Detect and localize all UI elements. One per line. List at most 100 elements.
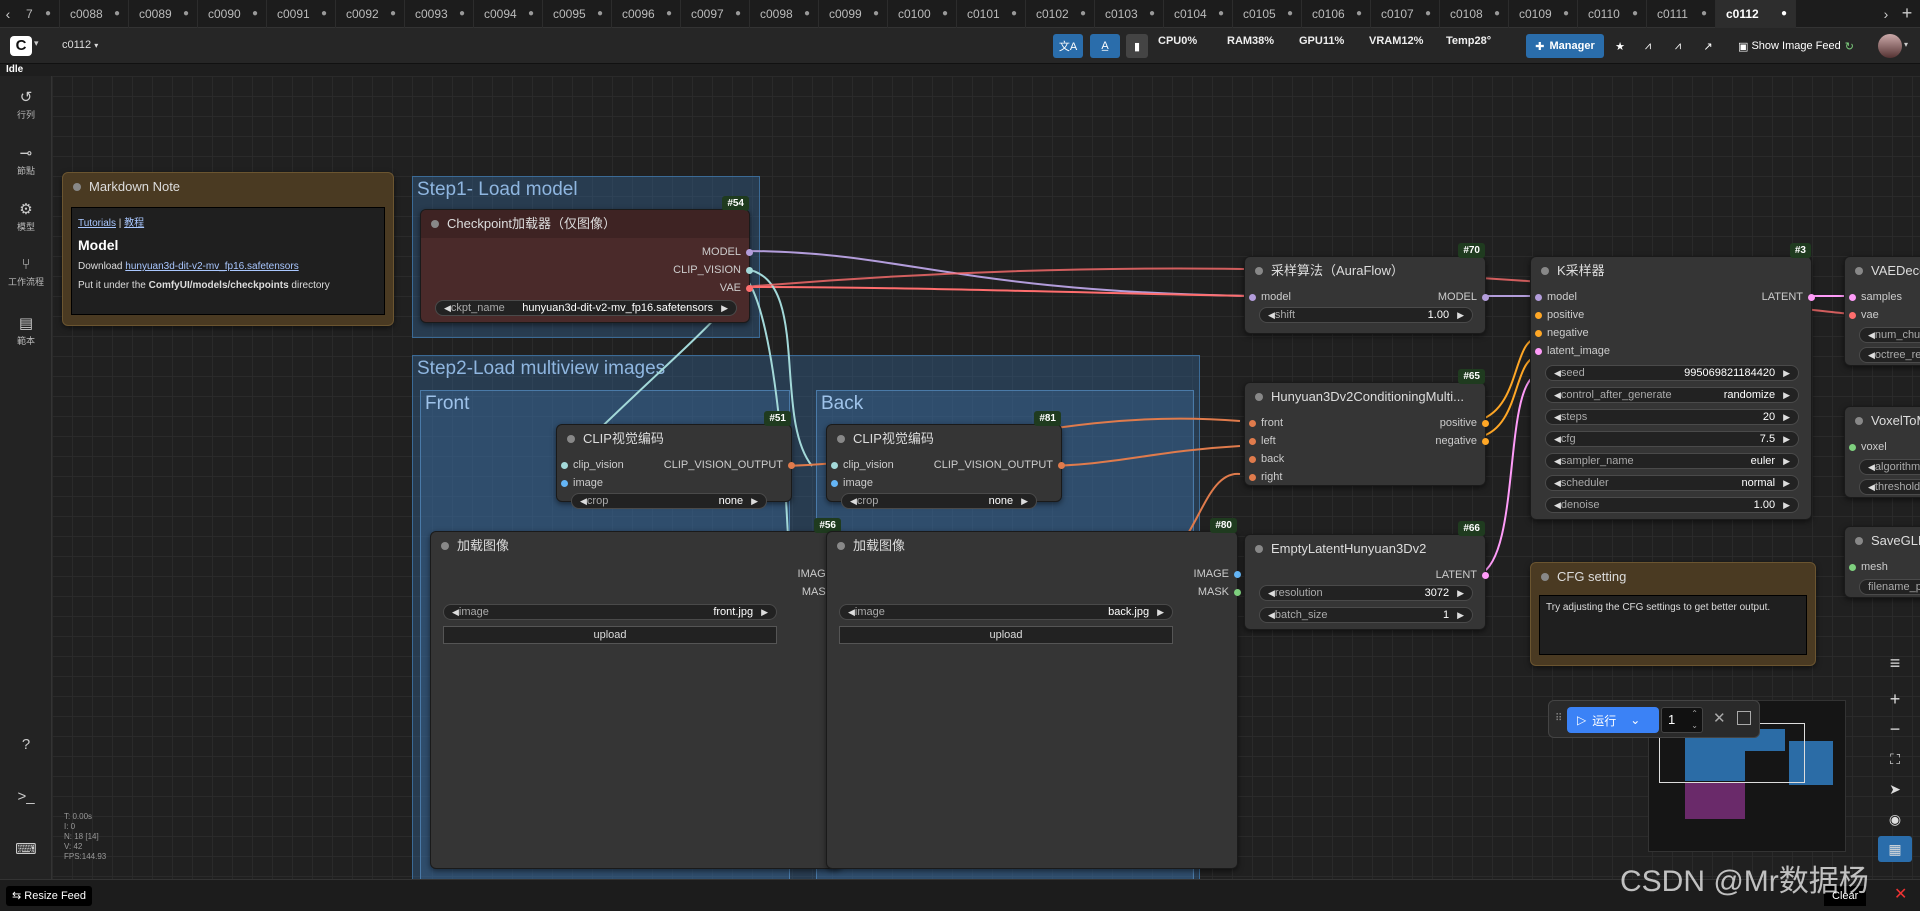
- model-download-icon[interactable]: ⩘: [1636, 34, 1660, 58]
- arrow-left-icon[interactable]: ◀: [580, 496, 587, 507]
- graph-canvas[interactable]: Step1- Load model Step2-Load multiview i…: [52, 76, 1920, 879]
- widget-batch-size[interactable]: ◀ batch_size 1 ▶: [1259, 607, 1473, 623]
- output-latent[interactable]: LATENT: [1762, 290, 1815, 304]
- sidebar-item-workflows[interactable]: ⑂ 工作流程: [0, 256, 52, 288]
- tab-c0100[interactable]: c0100 ●: [888, 0, 957, 28]
- tab-close-icon[interactable]: ●: [1701, 8, 1707, 19]
- input-positive[interactable]: positive: [1535, 308, 1584, 322]
- input-latent-image[interactable]: latent_image: [1535, 344, 1610, 358]
- zoom-in-icon[interactable]: +: [1878, 686, 1912, 712]
- cancel-icon[interactable]: ✕: [1713, 709, 1726, 727]
- logo-menu-chevron-icon[interactable]: ▾: [34, 38, 39, 49]
- sidebar-item-models[interactable]: ⚙ 模型: [0, 200, 52, 233]
- tab-close-icon[interactable]: ●: [1356, 8, 1362, 19]
- input-left[interactable]: left: [1249, 434, 1276, 448]
- sidebar-item-queue[interactable]: ↺ 行列: [0, 88, 52, 121]
- arrow-left-icon[interactable]: ◀: [1554, 456, 1561, 467]
- new-tab-button[interactable]: +: [1894, 3, 1920, 24]
- tab-c0091[interactable]: c0091 ●: [267, 0, 336, 28]
- widget-scheduler[interactable]: ◀ scheduler normal ▶: [1545, 475, 1799, 491]
- input-front[interactable]: front: [1249, 416, 1283, 430]
- output-positive[interactable]: positive: [1440, 416, 1489, 430]
- tab-close-icon[interactable]: ●: [1563, 8, 1569, 19]
- arrow-right-icon[interactable]: ▶: [1457, 610, 1464, 621]
- tab-close-icon[interactable]: ●: [114, 8, 120, 19]
- output-clip-vision[interactable]: CLIP_VISION: [673, 263, 753, 277]
- tab-c0090[interactable]: c0090 ●: [198, 0, 267, 28]
- tab-close-icon[interactable]: ●: [45, 8, 51, 19]
- arrow-left-icon[interactable]: ◀: [1554, 412, 1561, 423]
- node-empty-latent-hunyuan3dv2[interactable]: #66 EmptyLatentHunyuan3Dv2 LATENT ◀ resol…: [1244, 521, 1489, 630]
- reset-icon[interactable]: ⩘: [1666, 34, 1690, 58]
- tab-close-icon[interactable]: ●: [873, 8, 879, 19]
- widget-image-select[interactable]: ◀ image front.jpg ▶: [443, 604, 777, 620]
- tab-close-icon[interactable]: ●: [183, 8, 189, 19]
- arrow-left-icon[interactable]: ◀: [1554, 500, 1561, 511]
- arrow-left-icon[interactable]: ◀: [444, 303, 451, 314]
- node-hunyuan3d-conditioning-multiview[interactable]: #65 Hunyuan3Dv2ConditioningMulti... fron…: [1244, 369, 1489, 486]
- tab-c0107[interactable]: c0107 ●: [1371, 0, 1440, 28]
- input-clip-vision[interactable]: clip_vision: [561, 458, 624, 472]
- tab-c0102[interactable]: c0102 ●: [1026, 0, 1095, 28]
- tab-scroll-right-icon[interactable]: ›: [1878, 6, 1894, 22]
- tab-close-icon[interactable]: ●: [459, 8, 465, 19]
- tab-c0103[interactable]: c0103 ●: [1095, 0, 1164, 28]
- tab-c0105[interactable]: c0105 ●: [1233, 0, 1302, 28]
- node-save-glb-partial[interactable]: SaveGLB mesh filename_p: [1844, 526, 1920, 598]
- arrow-left-icon[interactable]: ◀: [1268, 588, 1275, 599]
- batch-count-input[interactable]: 1 ⌃ ⌄: [1661, 707, 1703, 733]
- arrow-right-icon[interactable]: ▶: [1783, 390, 1790, 401]
- widget-seed[interactable]: ◀ seed 995069821184420 ▶: [1545, 365, 1799, 381]
- node-checkpoint-loader[interactable]: #54 Checkpoint加载器（仅图像） MODEL CLIP_VISION…: [420, 196, 753, 323]
- arrow-left-icon[interactable]: ◀: [1554, 478, 1561, 489]
- arrow-right-icon[interactable]: ▶: [1457, 588, 1464, 599]
- tab-c0110[interactable]: c0110 ●: [1578, 0, 1647, 28]
- arrow-left-icon[interactable]: ◀: [1868, 350, 1875, 361]
- widget-crop[interactable]: ◀ crop none ▶: [841, 493, 1037, 509]
- minimap-toggle-icon[interactable]: ▦: [1878, 836, 1912, 862]
- tab-close-icon[interactable]: ●: [252, 8, 258, 19]
- tab-partial[interactable]: 7 ●: [16, 0, 60, 28]
- sidebar-item-nodes[interactable]: ⊸ 節點: [0, 144, 52, 177]
- output-model[interactable]: MODEL: [702, 245, 753, 259]
- terminal-icon[interactable]: >_: [0, 788, 52, 807]
- widget-denoise[interactable]: ◀ denoise 1.00 ▶: [1545, 497, 1799, 513]
- arrow-left-icon[interactable]: ◀: [1268, 310, 1275, 321]
- input-image[interactable]: image: [561, 476, 603, 490]
- sidebar-item-templates[interactable]: ▤ 範本: [0, 314, 52, 347]
- tab-close-icon[interactable]: ●: [1425, 8, 1431, 19]
- arrow-right-icon[interactable]: ▶: [1783, 368, 1790, 379]
- upload-button[interactable]: upload: [839, 626, 1173, 644]
- node-vae-decode-partial[interactable]: VAEDeco samples vae ◀num_chu ◀octree_re: [1844, 256, 1920, 366]
- tab-close-icon[interactable]: ●: [1494, 8, 1500, 19]
- tab-c0104[interactable]: c0104 ●: [1164, 0, 1233, 28]
- text-toggle-icon[interactable]: A̲: [1090, 34, 1120, 58]
- tab-close-icon[interactable]: ●: [321, 8, 327, 19]
- tab-close-icon[interactable]: ●: [597, 8, 603, 19]
- show-image-feed-button[interactable]: ▣ Show Image Feed ↻: [1738, 34, 1854, 58]
- run-button[interactable]: ▷ 运行 ⌄: [1567, 707, 1659, 733]
- widget-num-chunks[interactable]: ◀ num_chu: [1859, 327, 1920, 343]
- tutorial-cn-link[interactable]: 教程: [124, 218, 144, 229]
- widget-resolution[interactable]: ◀ resolution 3072 ▶: [1259, 585, 1473, 601]
- stepper-icon[interactable]: ⌃ ⌄: [1691, 708, 1698, 732]
- tab-close-icon[interactable]: ●: [735, 8, 741, 19]
- output-vae[interactable]: VAE: [720, 281, 753, 295]
- arrow-left-icon[interactable]: ◀: [452, 607, 459, 618]
- arrow-left-icon[interactable]: ◀: [1554, 390, 1561, 401]
- tab-close-icon[interactable]: ●: [1149, 8, 1155, 19]
- tab-c0111[interactable]: c0111 ●: [1647, 0, 1716, 28]
- input-mesh[interactable]: mesh: [1849, 560, 1888, 574]
- select-mode-icon[interactable]: ➤: [1878, 776, 1912, 802]
- widget-shift[interactable]: ◀ shift 1.00 ▶: [1259, 307, 1473, 323]
- tab-close-icon[interactable]: ●: [528, 8, 534, 19]
- input-negative[interactable]: negative: [1535, 326, 1589, 340]
- bookmark-icon[interactable]: ▮: [1126, 34, 1148, 58]
- keyboard-icon[interactable]: ⌨: [0, 840, 52, 860]
- tab-close-icon[interactable]: ●: [1011, 8, 1017, 19]
- node-voxel-to-mesh-partial[interactable]: VoxelToM voxel ◀algorithm ◀threshold: [1844, 406, 1920, 498]
- arrow-right-icon[interactable]: ▶: [1783, 500, 1790, 511]
- arrow-right-icon[interactable]: ▶: [1783, 456, 1790, 467]
- output-model[interactable]: MODEL: [1438, 290, 1489, 304]
- tab-close-icon[interactable]: ●: [1080, 8, 1086, 19]
